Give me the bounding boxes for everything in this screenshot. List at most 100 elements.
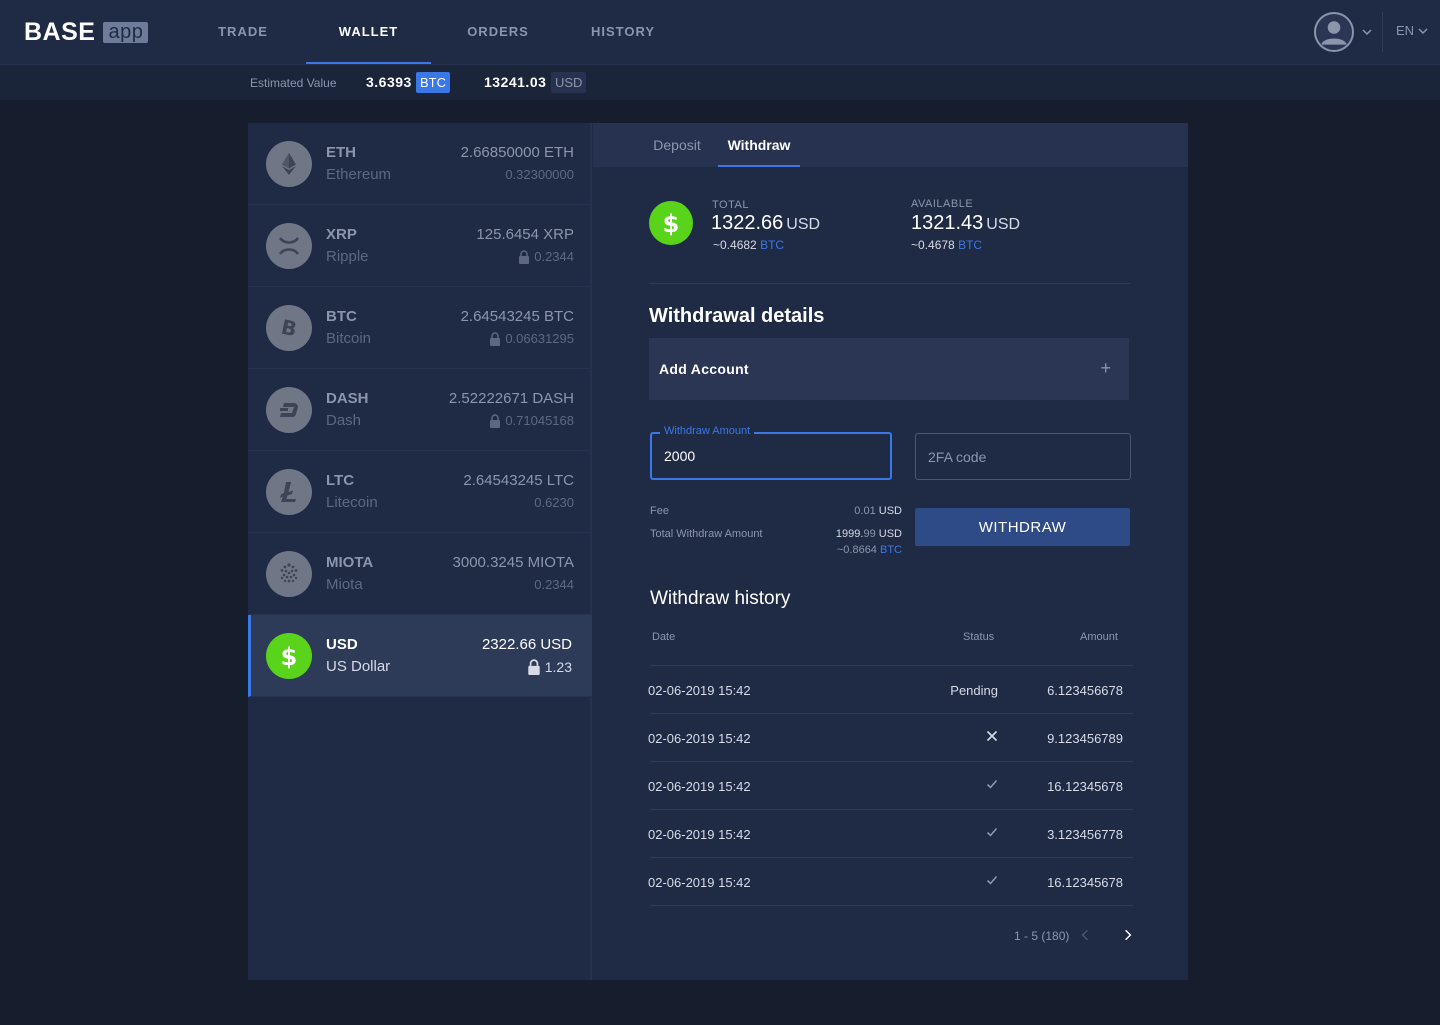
fee-label: Fee bbox=[650, 505, 669, 517]
failed-x-icon bbox=[986, 730, 998, 742]
coin-item-dash[interactable]: DASH Dash 2.52222671 DASH 0.71045168 bbox=[248, 369, 592, 451]
brand-logo[interactable]: BASE app bbox=[24, 18, 149, 47]
usd-unit-badge: USD bbox=[551, 72, 587, 93]
coin-item-eth[interactable]: ETH Ethereum 2.66850000 ETH 0.32300000 bbox=[248, 123, 592, 205]
row-divider bbox=[650, 809, 1133, 810]
total-withdraw-int: 1999. bbox=[835, 528, 864, 540]
coin-locked-balance: 0.71045168 bbox=[489, 413, 574, 428]
row-divider bbox=[650, 905, 1133, 906]
pagination-info: 1 - 5 (180) bbox=[1014, 929, 1070, 943]
coin-item-usd[interactable]: $ USD US Dollar 2322.66 USD 1.23 bbox=[248, 615, 592, 697]
coin-name: Dash bbox=[326, 412, 362, 429]
coin-balance: 3000.3245 MIOTA bbox=[452, 554, 574, 571]
fee-value: 0.01 USD bbox=[802, 505, 902, 517]
column-header-amount[interactable]: Amount bbox=[1080, 631, 1118, 643]
available-amount: 1321.43 bbox=[911, 212, 984, 234]
language-label: EN bbox=[1396, 23, 1415, 38]
language-selector[interactable]: EN bbox=[1396, 23, 1414, 38]
brand-name: BASE bbox=[24, 18, 96, 46]
table-header-divider bbox=[650, 665, 1133, 666]
wallet-card: ETH Ethereum 2.66850000 ETH 0.32300000 X… bbox=[248, 123, 1188, 980]
withdrawal-details-title: Withdrawal details bbox=[649, 305, 825, 327]
coin-item-ltc[interactable]: LTC Litecoin 2.64543245 LTC 0.6230 bbox=[248, 451, 592, 533]
twofa-code-input[interactable] bbox=[916, 434, 1130, 479]
coin-name: Bitcoin bbox=[326, 330, 372, 347]
deposit-withdraw-tabs: Deposit Withdraw bbox=[593, 123, 1188, 167]
row-status bbox=[888, 730, 998, 745]
dash-icon bbox=[266, 387, 312, 433]
nav-tab-orders[interactable]: ORDERS bbox=[456, 0, 540, 64]
summary-divider bbox=[649, 283, 1130, 284]
lock-icon bbox=[490, 331, 501, 346]
total-btc-equivalent: ~0.4682 BTC bbox=[713, 238, 784, 252]
svg-text:$: $ bbox=[281, 643, 298, 669]
user-icon bbox=[1321, 21, 1347, 45]
coin-locked-balance: 1.23 bbox=[527, 659, 572, 675]
usd-dollar-icon: $ bbox=[649, 201, 693, 245]
row-status bbox=[888, 778, 998, 793]
coin-name: Ripple bbox=[326, 248, 369, 265]
ripple-icon bbox=[266, 223, 312, 269]
brand-suffix: app bbox=[103, 22, 149, 43]
coin-name: Miota bbox=[326, 576, 363, 593]
coin-balance: 2.52222671 DASH bbox=[448, 390, 574, 407]
litecoin-icon bbox=[266, 469, 312, 515]
plus-icon: + bbox=[1100, 358, 1111, 378]
success-check-icon bbox=[986, 827, 998, 837]
available-label: AVAILABLE bbox=[911, 198, 974, 210]
row-status bbox=[888, 874, 998, 889]
dollar-icon: $ bbox=[266, 633, 312, 679]
tab-withdraw[interactable]: Withdraw bbox=[718, 123, 800, 167]
chevron-right-icon bbox=[1125, 929, 1132, 941]
user-avatar[interactable] bbox=[1314, 12, 1354, 52]
column-header-date[interactable]: Date bbox=[652, 631, 675, 643]
coin-balance: 2.66850000 ETH bbox=[460, 144, 574, 161]
coin-locked-balance: 0.6230 bbox=[534, 495, 574, 510]
coin-locked-balance: 0.06631295 bbox=[489, 331, 574, 346]
row-date: 02-06-2019 15:42 bbox=[648, 683, 751, 698]
add-account-label: Add Account bbox=[659, 361, 749, 377]
btc-unit: BTC bbox=[760, 238, 785, 252]
prev-page-button[interactable] bbox=[1077, 926, 1093, 944]
withdraw-button[interactable]: WITHDRAW bbox=[915, 508, 1130, 546]
withdraw-amount-input[interactable] bbox=[652, 434, 890, 478]
coin-locked-value: 0.32300000 bbox=[505, 167, 574, 182]
coin-symbol: DASH bbox=[326, 390, 369, 407]
add-account-button[interactable]: Add Account + bbox=[649, 338, 1129, 400]
total-amount: 1322.66 bbox=[711, 212, 784, 234]
nav-tab-wallet[interactable]: WALLET bbox=[306, 0, 431, 64]
coin-item-miota[interactable]: MIOTA Miota 3000.3245 MIOTA 0.2344 bbox=[248, 533, 592, 615]
column-header-status[interactable]: Status bbox=[963, 631, 994, 643]
tab-deposit[interactable]: Deposit bbox=[649, 123, 705, 167]
withdraw-amount-field: Withdraw Amount bbox=[650, 425, 892, 480]
available-btc-equivalent: ~0.4678 BTC bbox=[911, 238, 982, 252]
available-btc-value: ~0.4678 bbox=[911, 238, 955, 252]
row-divider bbox=[650, 857, 1133, 858]
coin-locked-value: 0.2344 bbox=[534, 577, 574, 592]
total-withdraw-unit: USD bbox=[878, 528, 902, 540]
coin-locked-value: 0.71045168 bbox=[505, 413, 574, 428]
row-date: 02-06-2019 15:42 bbox=[648, 875, 751, 890]
language-chevron-down-icon[interactable] bbox=[1418, 26, 1428, 36]
coin-symbol: MIOTA bbox=[326, 554, 374, 571]
nav-tab-trade[interactable]: TRADE bbox=[206, 0, 280, 64]
coin-locked-value: 0.6230 bbox=[534, 495, 574, 510]
coin-item-xrp[interactable]: XRP Ripple 125.6454 XRP 0.2344 bbox=[248, 205, 592, 287]
row-amount: 9.123456789 bbox=[1047, 731, 1123, 746]
lock-icon bbox=[519, 249, 530, 264]
coin-symbol: XRP bbox=[326, 226, 357, 243]
total-withdraw-btc: ~0.8664 BTC bbox=[802, 544, 902, 556]
coin-balance: 125.6454 XRP bbox=[476, 226, 574, 243]
coin-name: Ethereum bbox=[326, 166, 392, 183]
coin-symbol: LTC bbox=[326, 472, 355, 489]
estimated-usd-value: 13241.03 bbox=[484, 74, 547, 90]
withdraw-history-title: Withdraw history bbox=[650, 588, 791, 609]
next-page-button[interactable] bbox=[1120, 926, 1136, 944]
nav-tab-history[interactable]: HISTORY bbox=[582, 0, 664, 64]
coin-item-btc[interactable]: B BTC Bitcoin 2.64543245 BTC 0.06631295 bbox=[248, 287, 592, 369]
user-menu-chevron-down-icon[interactable] bbox=[1362, 27, 1372, 37]
estimated-btc-value: 3.6393 bbox=[366, 74, 412, 90]
fee-unit: USD bbox=[878, 505, 902, 517]
nav-divider bbox=[1382, 12, 1383, 52]
coin-locked-balance: 0.2344 bbox=[534, 577, 574, 592]
